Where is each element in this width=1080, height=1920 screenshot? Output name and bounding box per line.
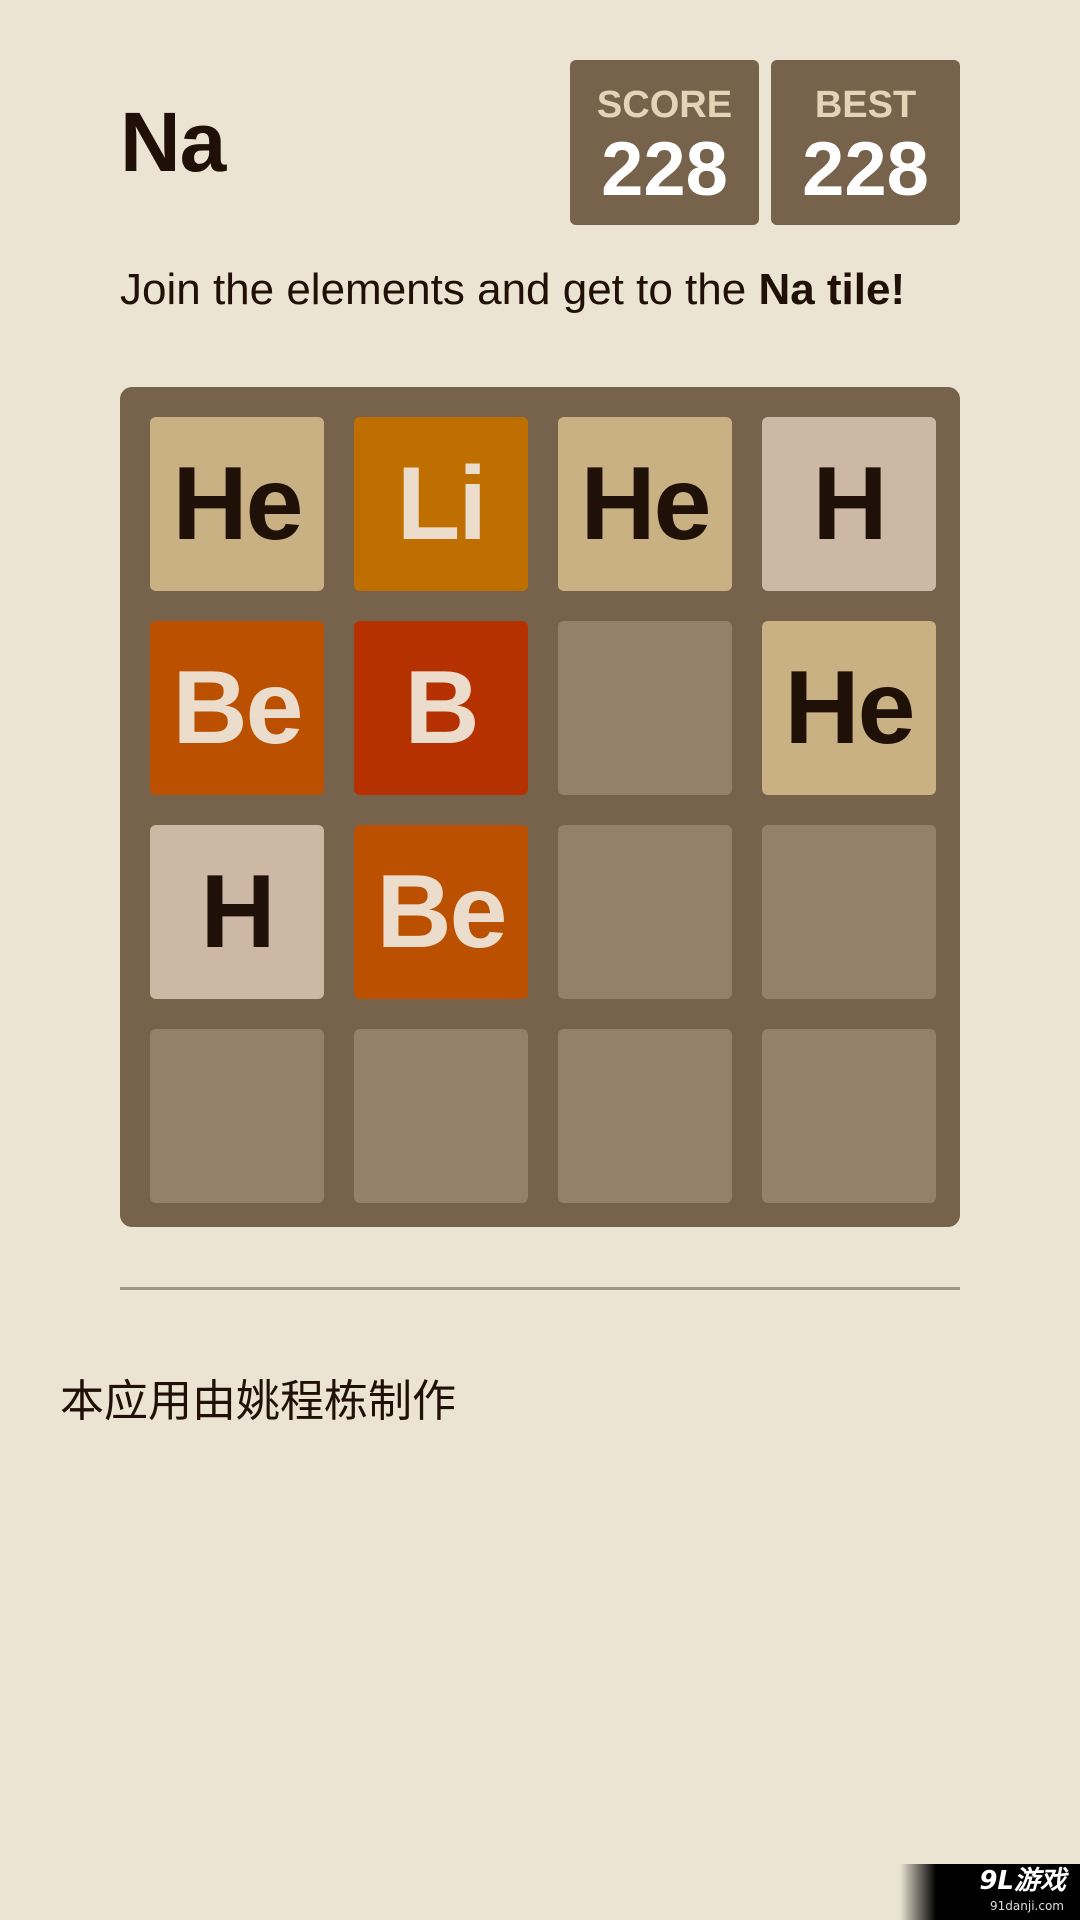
empty-cell	[762, 825, 936, 999]
empty-cell	[762, 1029, 936, 1203]
empty-cell	[558, 1029, 732, 1203]
watermark-site: 91danji.com	[990, 1899, 1064, 1913]
score-box: SCORE 228	[570, 60, 759, 225]
tile-he: He	[150, 417, 324, 591]
tile-be: Be	[150, 621, 324, 795]
best-value: 228	[802, 127, 929, 212]
best-label: BEST	[814, 84, 917, 126]
score-value: 228	[601, 127, 728, 212]
tile-b: B	[354, 621, 528, 795]
divider	[120, 1287, 960, 1290]
intro-goal: Na tile!	[758, 265, 906, 314]
tile-he: He	[762, 621, 936, 795]
empty-cell	[354, 1029, 528, 1203]
credit-text: 本应用由姚程栋制作	[60, 1376, 456, 1427]
empty-cell	[558, 621, 732, 795]
empty-cell	[150, 1029, 324, 1203]
tile-h: H	[762, 417, 936, 591]
tile-be: Be	[354, 825, 528, 999]
tile-h: H	[150, 825, 324, 999]
empty-cell	[558, 825, 732, 999]
score-label: SCORE	[596, 84, 733, 126]
watermark: 9L游戏 91danji.com	[900, 1864, 1080, 1920]
game-screen: Na SCORE 228 BEST 228 Join the elements …	[0, 0, 1080, 1920]
tile-li: Li	[354, 417, 528, 591]
tile-he: He	[558, 417, 732, 591]
best-score-box: BEST 228	[771, 60, 960, 225]
game-board[interactable]: He Li He H Be B He H Be	[120, 387, 960, 1227]
game-title: Na	[120, 95, 226, 189]
game-intro: Join the elements and get to the Na tile…	[120, 268, 905, 312]
watermark-logo: 9L游戏	[979, 1866, 1066, 1896]
intro-text: Join the elements and get to the	[120, 265, 759, 314]
